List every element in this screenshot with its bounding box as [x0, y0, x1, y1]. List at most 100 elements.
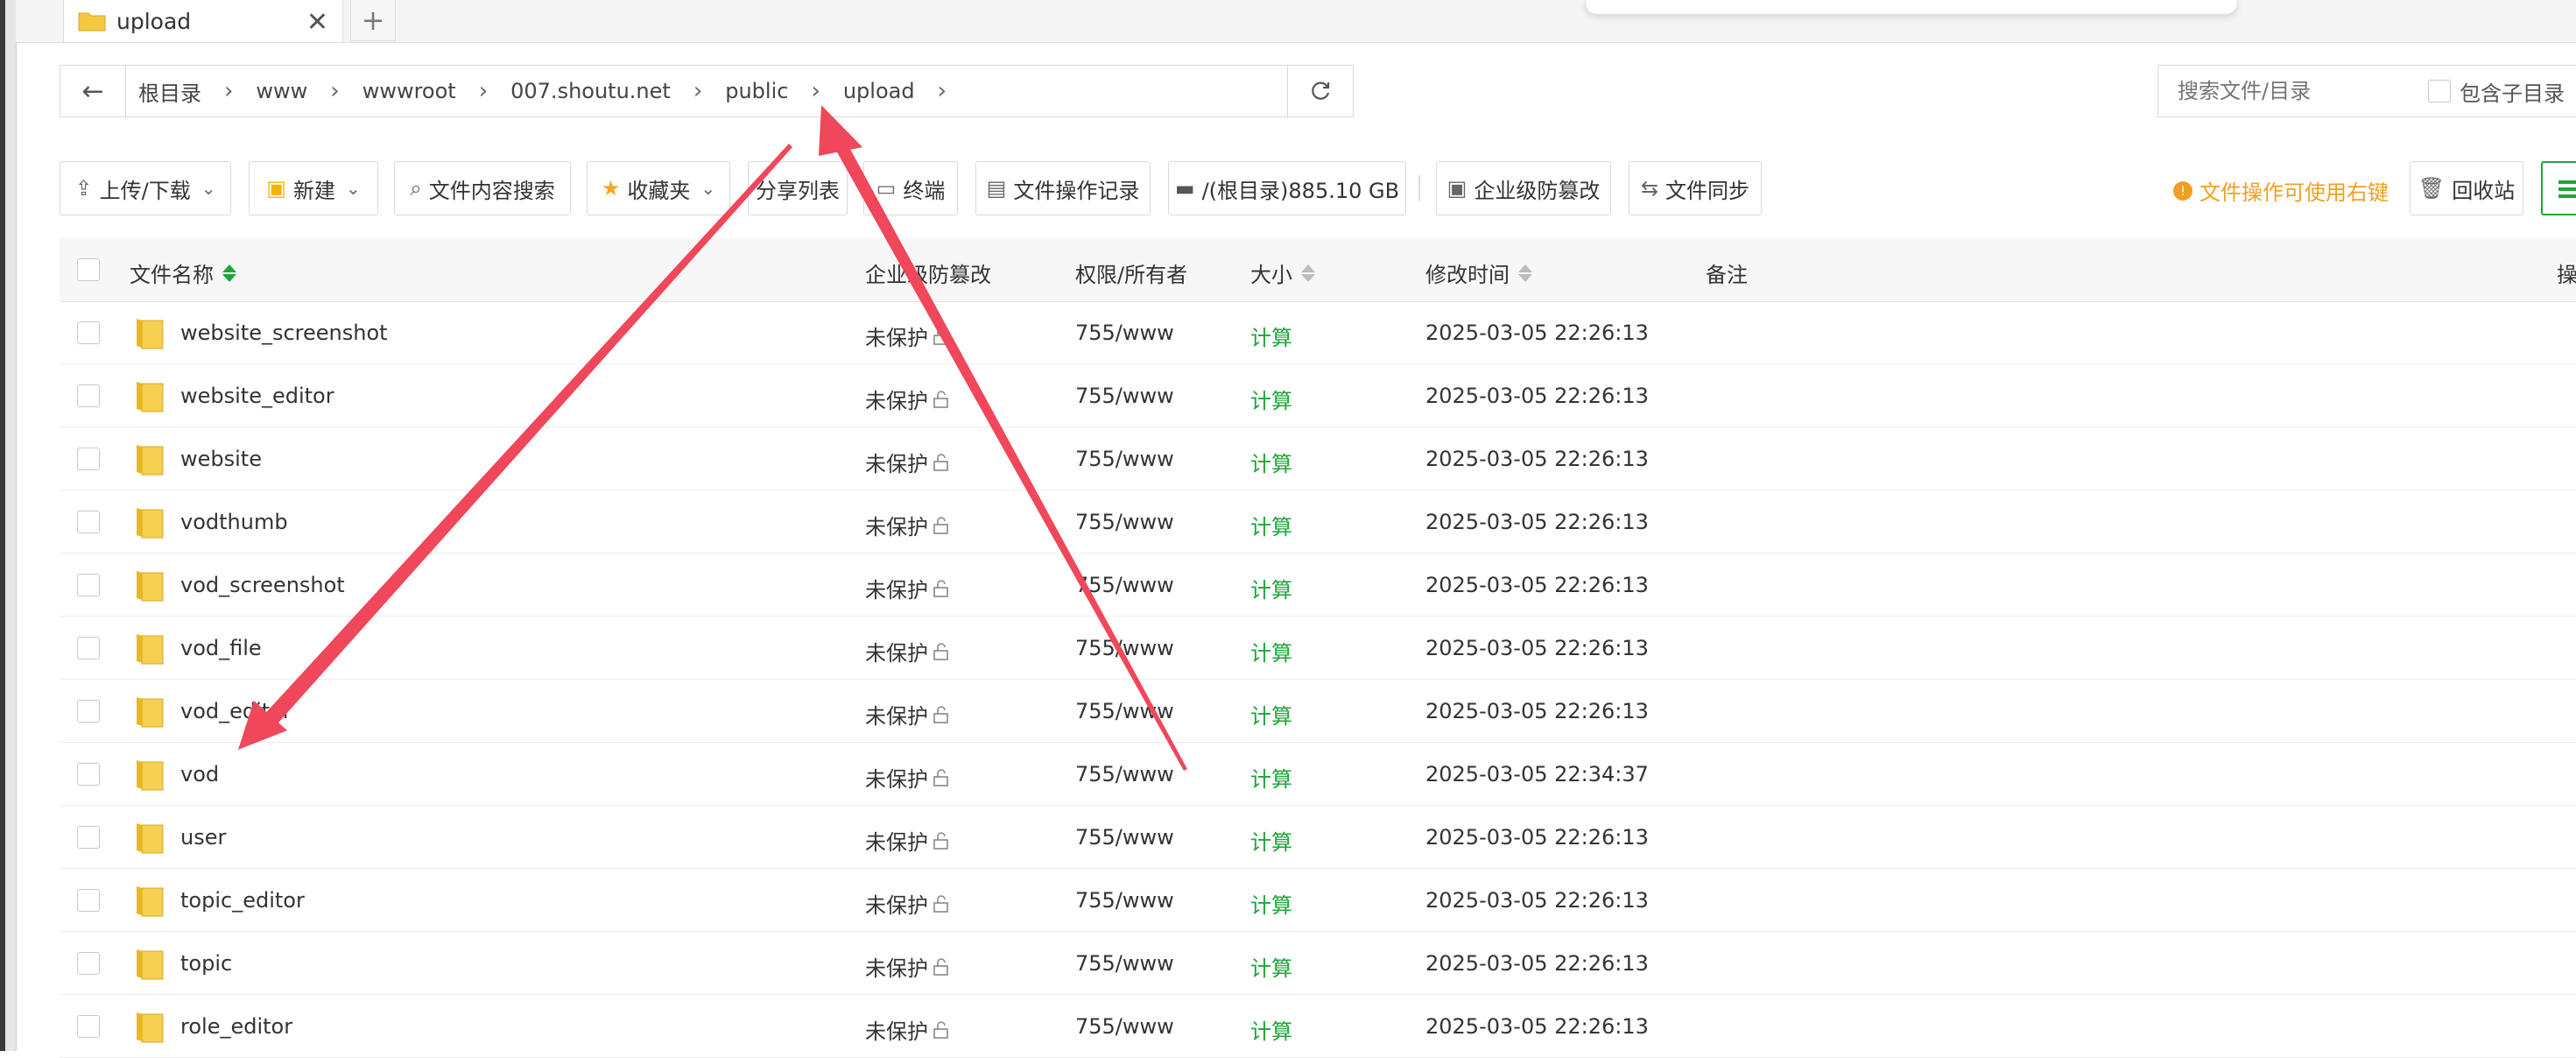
table-row[interactable]: website_screenshot 未保护 755/www 计算 2025-03-05…: [60, 301, 2576, 364]
size-calc-link[interactable]: 计算: [1250, 447, 1292, 477]
table-row[interactable]: vod_file 未保护 755/www 计算 2025-03-05 22:26:13: [60, 617, 2576, 680]
protect-status[interactable]: 未保护: [865, 825, 951, 856]
row-checkbox[interactable]: [77, 826, 100, 849]
back-arrow-icon[interactable]: ←: [60, 66, 126, 116]
size-calc-link[interactable]: 计算: [1250, 825, 1292, 856]
row-checkbox[interactable]: [77, 889, 100, 912]
row-checkbox[interactable]: [77, 637, 100, 659]
table-row[interactable]: user 未保护 755/www 计算 2025-03-05 22:26:13: [60, 806, 2576, 869]
search-input[interactable]: [2176, 78, 2416, 104]
permission[interactable]: 755/www: [1075, 447, 1174, 471]
permission[interactable]: 755/www: [1075, 699, 1174, 723]
new-button[interactable]: ▣ 新建 ⌄: [249, 161, 378, 215]
protect-status[interactable]: 未保护: [865, 510, 951, 540]
tab-upload[interactable]: upload ✕: [63, 0, 343, 42]
table-row[interactable]: topic 未保护 755/www 计算 2025-03-05 22:26:13: [60, 932, 2576, 995]
row-checkbox[interactable]: [77, 574, 100, 596]
table-row[interactable]: website 未保护 755/www 计算 2025-03-05 22:26:13: [60, 427, 2576, 490]
protect-status[interactable]: 未保护: [865, 447, 951, 477]
row-checkbox[interactable]: [77, 700, 100, 723]
size-calc-link[interactable]: 计算: [1250, 888, 1292, 919]
file-name[interactable]: website_screenshot: [180, 321, 388, 345]
table-row[interactable]: website_editor 未保护 755/www 计算 2025-03-05 22:…: [60, 364, 2576, 427]
breadcrumb-item[interactable]: 007.shoutu.net: [510, 79, 671, 103]
column-size[interactable]: 大小: [1250, 257, 1315, 288]
row-checkbox[interactable]: [77, 763, 100, 786]
include-subdir-option[interactable]: 包含子目录: [2428, 76, 2565, 107]
file-name[interactable]: vod: [180, 762, 219, 786]
add-tab-button[interactable]: +: [350, 0, 396, 41]
file-name[interactable]: topic: [180, 951, 232, 976]
protect-status[interactable]: 未保护: [865, 636, 951, 667]
permission[interactable]: 755/www: [1075, 510, 1174, 534]
file-log-button[interactable]: ▤ 文件操作记录: [975, 161, 1151, 215]
permission[interactable]: 755/www: [1075, 888, 1174, 913]
share-list-button[interactable]: 分享列表: [748, 161, 848, 215]
file-name[interactable]: website_editor: [180, 384, 334, 408]
breadcrumb-item[interactable]: upload: [843, 79, 915, 103]
protect-status[interactable]: 未保护: [865, 699, 951, 730]
refresh-button[interactable]: [1287, 66, 1353, 116]
file-name[interactable]: vod_screenshot: [180, 573, 345, 597]
permission[interactable]: 755/www: [1075, 384, 1174, 408]
permission[interactable]: 755/www: [1075, 1014, 1174, 1039]
recycle-bin-button[interactable]: 🗑 回收站: [2410, 161, 2523, 215]
list-view-button[interactable]: [2541, 161, 2576, 215]
content-search-button[interactable]: ⌕ 文件内容搜索: [394, 161, 571, 215]
protect-status[interactable]: 未保护: [865, 762, 951, 793]
disk-button[interactable]: ▬/(根目录)885.10 GB: [1168, 161, 1406, 215]
size-calc-link[interactable]: 计算: [1250, 951, 1292, 982]
file-name[interactable]: website: [180, 447, 262, 471]
file-name[interactable]: role_editor: [180, 1014, 292, 1039]
column-mtime[interactable]: 修改时间: [1425, 257, 1532, 288]
protect-status[interactable]: 未保护: [865, 573, 951, 603]
breadcrumb-item[interactable]: 根目录: [138, 76, 201, 107]
row-checkbox[interactable]: [77, 448, 100, 470]
close-icon[interactable]: ✕: [306, 7, 328, 38]
table-row[interactable]: vod 未保护 755/www 计算 2025-03-05 22:34:37: [60, 743, 2576, 806]
row-checkbox[interactable]: [77, 952, 100, 975]
table-row[interactable]: topic_editor 未保护 755/www 计算 2025-03-05 22:26…: [60, 869, 2576, 932]
permission[interactable]: 755/www: [1075, 636, 1174, 660]
permission[interactable]: 755/www: [1075, 321, 1174, 345]
tamper-protect-button[interactable]: ▣ 企业级防篡改: [1436, 161, 1611, 215]
permission[interactable]: 755/www: [1075, 762, 1174, 786]
size-calc-link[interactable]: 计算: [1250, 1014, 1292, 1045]
row-checkbox[interactable]: [77, 1015, 100, 1038]
table-row[interactable]: vod_screenshot 未保护 755/www 计算 2025-03-05 22:…: [60, 554, 2576, 617]
file-name[interactable]: user: [180, 825, 226, 850]
breadcrumb-item[interactable]: public: [725, 79, 788, 103]
size-calc-link[interactable]: 计算: [1250, 384, 1292, 414]
upload-download-button[interactable]: ⇪ 上传/下载 ⌄: [60, 161, 231, 215]
favorites-button[interactable]: ★ 收藏夹 ⌄: [587, 161, 730, 215]
protect-status[interactable]: 未保护: [865, 1014, 951, 1045]
file-name[interactable]: topic_editor: [180, 888, 305, 913]
table-row[interactable]: vodthumb 未保护 755/www 计算 2025-03-05 22:26:13: [60, 490, 2576, 554]
size-calc-link[interactable]: 计算: [1250, 510, 1292, 540]
breadcrumb-item[interactable]: www: [256, 79, 307, 103]
row-checkbox[interactable]: [77, 384, 100, 407]
file-name[interactable]: vod_editor: [180, 699, 292, 723]
size-calc-link[interactable]: 计算: [1250, 762, 1292, 793]
column-name[interactable]: 文件名称: [130, 257, 236, 288]
size-calc-link[interactable]: 计算: [1250, 573, 1292, 603]
table-row[interactable]: role_editor 未保护 755/www 计算 2025-03-05 22:26:…: [60, 995, 2576, 1058]
protect-status[interactable]: 未保护: [865, 888, 951, 919]
permission[interactable]: 755/www: [1075, 573, 1174, 597]
row-checkbox[interactable]: [77, 321, 100, 344]
size-calc-link[interactable]: 计算: [1250, 636, 1292, 667]
table-row[interactable]: vod_editor 未保护 755/www 计算 2025-03-05 22:26:1…: [60, 680, 2576, 743]
permission[interactable]: 755/www: [1075, 951, 1174, 976]
size-calc-link[interactable]: 计算: [1250, 321, 1292, 351]
file-name[interactable]: vod_file: [180, 636, 262, 660]
protect-status[interactable]: 未保护: [865, 951, 951, 982]
terminal-button[interactable]: ▭ 终端: [863, 161, 958, 215]
protect-status[interactable]: 未保护: [865, 321, 951, 351]
select-all-checkbox[interactable]: [77, 258, 100, 281]
breadcrumb-item[interactable]: wwwroot: [362, 79, 456, 103]
file-sync-button[interactable]: ⇆ 文件同步: [1629, 161, 1762, 215]
size-calc-link[interactable]: 计算: [1250, 699, 1292, 730]
permission[interactable]: 755/www: [1075, 825, 1174, 850]
file-name[interactable]: vodthumb: [180, 510, 288, 534]
row-checkbox[interactable]: [77, 511, 100, 533]
